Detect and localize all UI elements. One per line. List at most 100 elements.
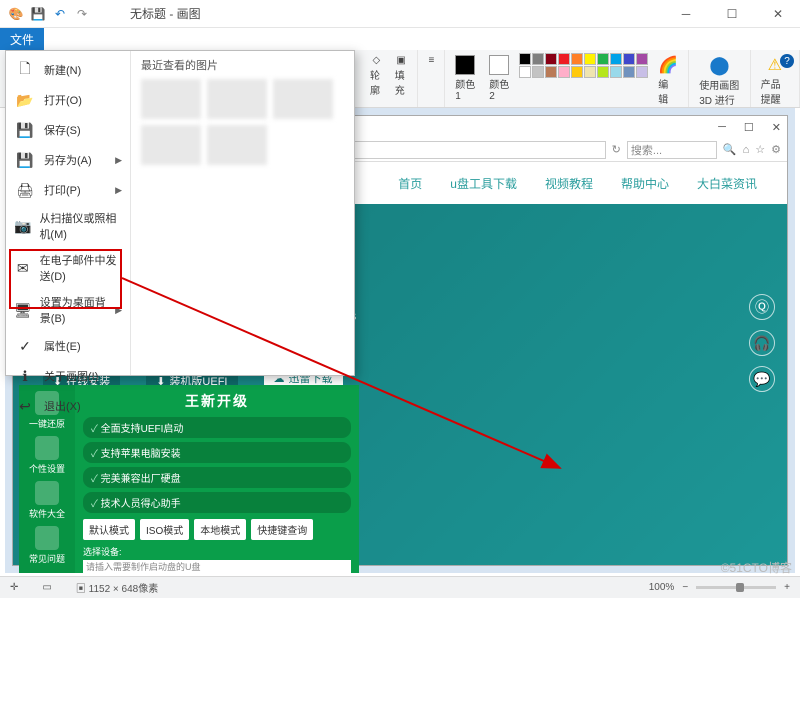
feature-pill: 技术人员得心助手 [83, 492, 351, 513]
recent-thumb[interactable] [207, 125, 267, 165]
file-menu-recent: 最近查看的图片 [130, 51, 354, 375]
zoom-out-button[interactable]: − [682, 582, 688, 593]
color-swatch[interactable] [571, 53, 583, 65]
menu-item-icon: ✓ [14, 336, 36, 356]
zoom-slider[interactable] [696, 586, 776, 589]
color-swatch[interactable] [558, 53, 570, 65]
app-icon: 🎨 [8, 6, 24, 22]
zoom-in-button[interactable]: + [784, 582, 790, 593]
file-menu-item[interactable]: 📷 从扫描仪或照相机(M) [6, 205, 130, 247]
green-side-item[interactable]: 个性设置 [29, 436, 65, 475]
status-bar: ✛ ▭ ▣ 1152 × 648像素 100% − + [0, 576, 800, 598]
gear-icon[interactable]: ⚙ [771, 143, 781, 156]
search-input[interactable]: 搜索... [627, 141, 717, 159]
close-button[interactable]: ✕ [764, 4, 792, 24]
device-input[interactable]: 请插入需要制作启动盘的U盘 [83, 560, 351, 573]
menu-item-label: 新建(N) [44, 62, 81, 78]
color-swatch[interactable] [636, 53, 648, 65]
embedded-close-icon[interactable]: ✕ [772, 121, 781, 134]
green-tab[interactable]: 本地模式 [194, 519, 246, 540]
outline-button[interactable]: ◇轮廓 [366, 53, 387, 99]
nav-link[interactable]: 帮助中心 [621, 175, 669, 192]
color-swatch[interactable] [636, 66, 648, 78]
quick-access-toolbar: 🎨 💾 ↶ ↷ [8, 6, 90, 22]
nav-link[interactable]: 大白菜资讯 [697, 175, 757, 192]
color-swatch[interactable] [545, 53, 557, 65]
recent-thumb[interactable] [141, 125, 201, 165]
color-swatch[interactable] [584, 66, 596, 78]
green-tab[interactable]: 快捷键查询 [251, 519, 313, 540]
menu-item-icon: 🖥 [14, 300, 32, 320]
menu-item-icon: ℹ [14, 366, 36, 386]
green-tab[interactable]: 默认模式 [83, 519, 135, 540]
ribbon-tabs: 文件 [0, 28, 800, 50]
file-menu-item[interactable]: ↩退出(X) [6, 391, 130, 421]
color-swatch[interactable] [623, 66, 635, 78]
nav-link[interactable]: 首页 [398, 175, 422, 192]
file-menu-item[interactable]: ✉在电子邮件中发送(D) [6, 247, 130, 289]
color-swatch[interactable] [532, 66, 544, 78]
menu-item-label: 从扫描仪或照相机(M) [39, 210, 122, 242]
file-menu-item[interactable]: 📂打开(O) [6, 85, 130, 115]
menu-item-icon: 💾 [14, 120, 36, 140]
file-menu-item[interactable]: 💾保存(S) [6, 115, 130, 145]
file-menu-item[interactable]: ℹ关于画图(I) [6, 361, 130, 391]
file-menu-item[interactable]: 🖨打印(P)▶ [6, 175, 130, 205]
headset-icon[interactable]: 🎧 [749, 330, 775, 356]
green-form: 选择设备: 请插入需要制作启动盘的U盘 模式: USB-HDD ▾ NTFS ▾ [83, 545, 351, 573]
color-swatch[interactable] [558, 66, 570, 78]
color-swatch[interactable] [597, 66, 609, 78]
color-swatch[interactable] [519, 53, 531, 65]
cursor-pos-icon: ✛ [10, 582, 18, 593]
redo-icon[interactable]: ↷ [74, 6, 90, 22]
nav-link[interactable]: u盘工具下载 [450, 175, 517, 192]
color-swatch[interactable] [545, 66, 557, 78]
file-menu-item[interactable]: ✓属性(E) [6, 331, 130, 361]
color2-button[interactable]: 颜色 2 [485, 53, 513, 104]
recent-thumb[interactable] [207, 79, 267, 119]
embedded-maximize-icon[interactable]: ☐ [744, 121, 754, 134]
star-icon[interactable]: ☆ [755, 143, 765, 156]
file-menu-item[interactable]: 💾另存为(A)▶ [6, 145, 130, 175]
window-controls: ─ ☐ ✕ [672, 4, 792, 24]
file-menu-item[interactable]: 🖥设置为桌面背景(B)▶ [6, 289, 130, 331]
save-icon[interactable]: 💾 [30, 6, 46, 22]
help-icon[interactable]: ? [780, 54, 794, 68]
wechat-icon[interactable]: 💬 [749, 366, 775, 392]
color-swatch[interactable] [584, 53, 596, 65]
file-tab[interactable]: 文件 [0, 28, 44, 50]
recent-thumb[interactable] [141, 79, 201, 119]
home-icon[interactable]: ⌂ [743, 144, 750, 156]
undo-icon[interactable]: ↶ [52, 6, 68, 22]
menu-item-icon: 🗋 [14, 60, 36, 80]
color-swatch[interactable] [571, 66, 583, 78]
green-tab[interactable]: ISO模式 [140, 519, 189, 540]
fill-button[interactable]: ▣填充 [391, 53, 412, 99]
color-palette [519, 53, 648, 78]
nav-link[interactable]: 视频教程 [545, 175, 593, 192]
stroke-width-button[interactable]: ≡ [424, 53, 438, 68]
color-swatch[interactable] [623, 53, 635, 65]
refresh-icon[interactable]: ↻ [612, 143, 621, 156]
color-swatch[interactable] [519, 66, 531, 78]
qq-icon[interactable]: Ⓠ [749, 294, 775, 320]
color-swatch[interactable] [610, 66, 622, 78]
green-tabs: 默认模式ISO模式本地模式快捷键查询 [83, 519, 351, 540]
search-icon[interactable]: 🔍 [723, 143, 737, 156]
side-contact-icons: Ⓠ 🎧 💬 [749, 294, 775, 392]
menu-item-icon: 📷 [14, 216, 31, 236]
maximize-button[interactable]: ☐ [718, 4, 746, 24]
color1-button[interactable]: 颜色 1 [451, 53, 479, 104]
file-menu-item[interactable]: 🗋 新建(N) [6, 55, 130, 85]
menu-item-label: 打印(P) [44, 182, 81, 198]
file-menu: 🗋 新建(N) 📂打开(O)💾保存(S)💾另存为(A)▶🖨打印(P)▶ 📷 从扫描仪或照… [5, 50, 355, 376]
recent-thumb[interactable] [273, 79, 333, 119]
green-side-item[interactable]: 软件大全 [29, 481, 65, 520]
color-swatch[interactable] [532, 53, 544, 65]
green-side-item[interactable]: 常见问题 [29, 526, 65, 565]
embedded-minimize-icon[interactable]: ─ [718, 121, 726, 133]
color-swatch[interactable] [597, 53, 609, 65]
color-swatch[interactable] [610, 53, 622, 65]
ribbon-group-shapes: ◇轮廓 ▣填充 [360, 50, 418, 107]
minimize-button[interactable]: ─ [672, 4, 700, 24]
